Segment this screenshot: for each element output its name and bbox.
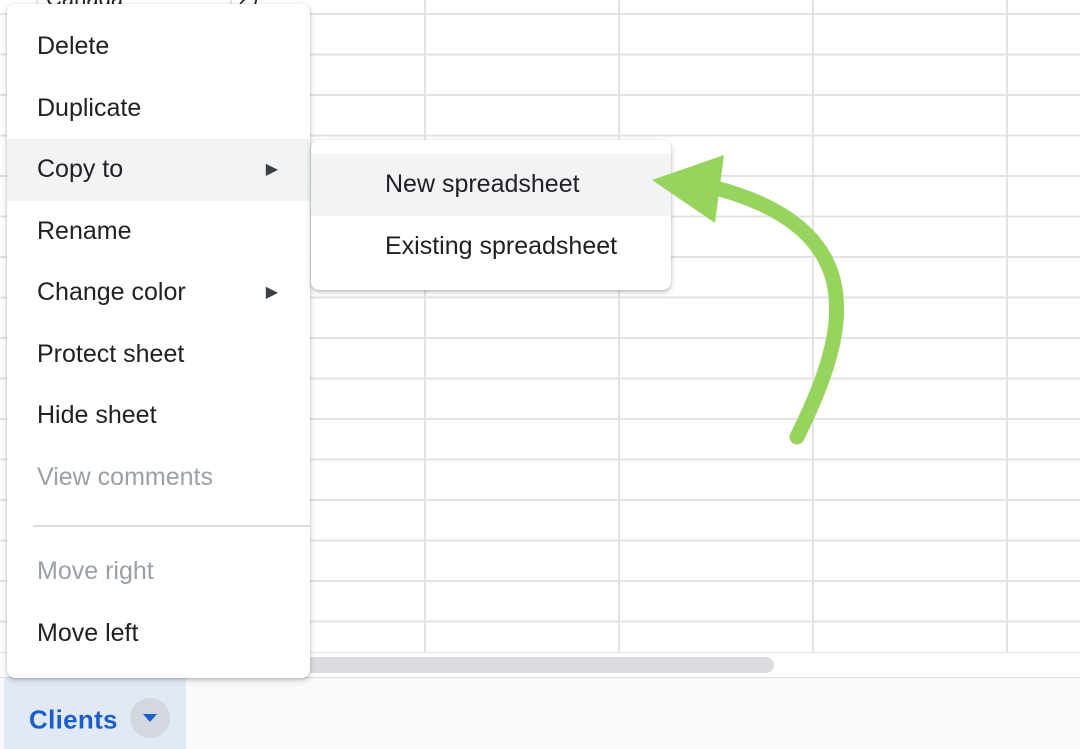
menu-item-label: Move right: [37, 557, 154, 585]
scrollbar-thumb[interactable]: [300, 657, 774, 673]
submenu-arrow-icon: ▶: [265, 161, 278, 178]
menu-item-rename[interactable]: Rename: [7, 201, 310, 263]
copy-to-submenu: New spreadsheet Existing spreadsheet: [311, 140, 671, 290]
sheet-tab-label: Clients: [29, 704, 118, 735]
sheet-tab-clients[interactable]: Clients: [4, 678, 186, 749]
submenu-item-label: New spreadsheet: [385, 170, 580, 198]
menu-item-delete[interactable]: Delete: [7, 16, 310, 78]
menu-divider: [33, 525, 310, 527]
menu-item-duplicate[interactable]: Duplicate: [7, 78, 310, 140]
menu-item-label: View comments: [37, 462, 213, 491]
submenu-item-existing-spreadsheet[interactable]: Existing spreadsheet: [311, 216, 671, 278]
submenu-arrow-icon: ▶: [265, 284, 278, 301]
chevron-down-icon[interactable]: [130, 698, 171, 738]
sheet-context-menu: Delete Duplicate Copy to ▶ Rename Change…: [7, 4, 310, 678]
sheet-tab-bar: Clients: [0, 677, 1080, 749]
menu-item-label: Move left: [37, 618, 139, 647]
menu-item-label: Copy to: [37, 155, 124, 183]
menu-item-move-left[interactable]: Move left: [7, 603, 310, 665]
menu-item-label: Protect sheet: [37, 339, 185, 368]
menu-item-label: Change color: [37, 278, 186, 306]
menu-item-protect-sheet[interactable]: Protect sheet: [7, 324, 310, 386]
menu-item-view-comments: View comments: [7, 447, 310, 509]
menu-item-label: Rename: [37, 216, 132, 245]
submenu-item-label: Existing spreadsheet: [385, 231, 618, 260]
menu-item-label: Hide sheet: [37, 401, 157, 429]
menu-item-move-right: Move right: [7, 541, 310, 603]
menu-item-label: Delete: [37, 32, 110, 60]
submenu-item-new-spreadsheet[interactable]: New spreadsheet: [311, 154, 671, 216]
menu-item-label: Duplicate: [37, 93, 142, 122]
menu-item-change-color[interactable]: Change color ▶: [7, 262, 310, 324]
menu-item-hide-sheet[interactable]: Hide sheet: [7, 385, 310, 447]
menu-item-copy-to[interactable]: Copy to ▶: [7, 139, 310, 201]
